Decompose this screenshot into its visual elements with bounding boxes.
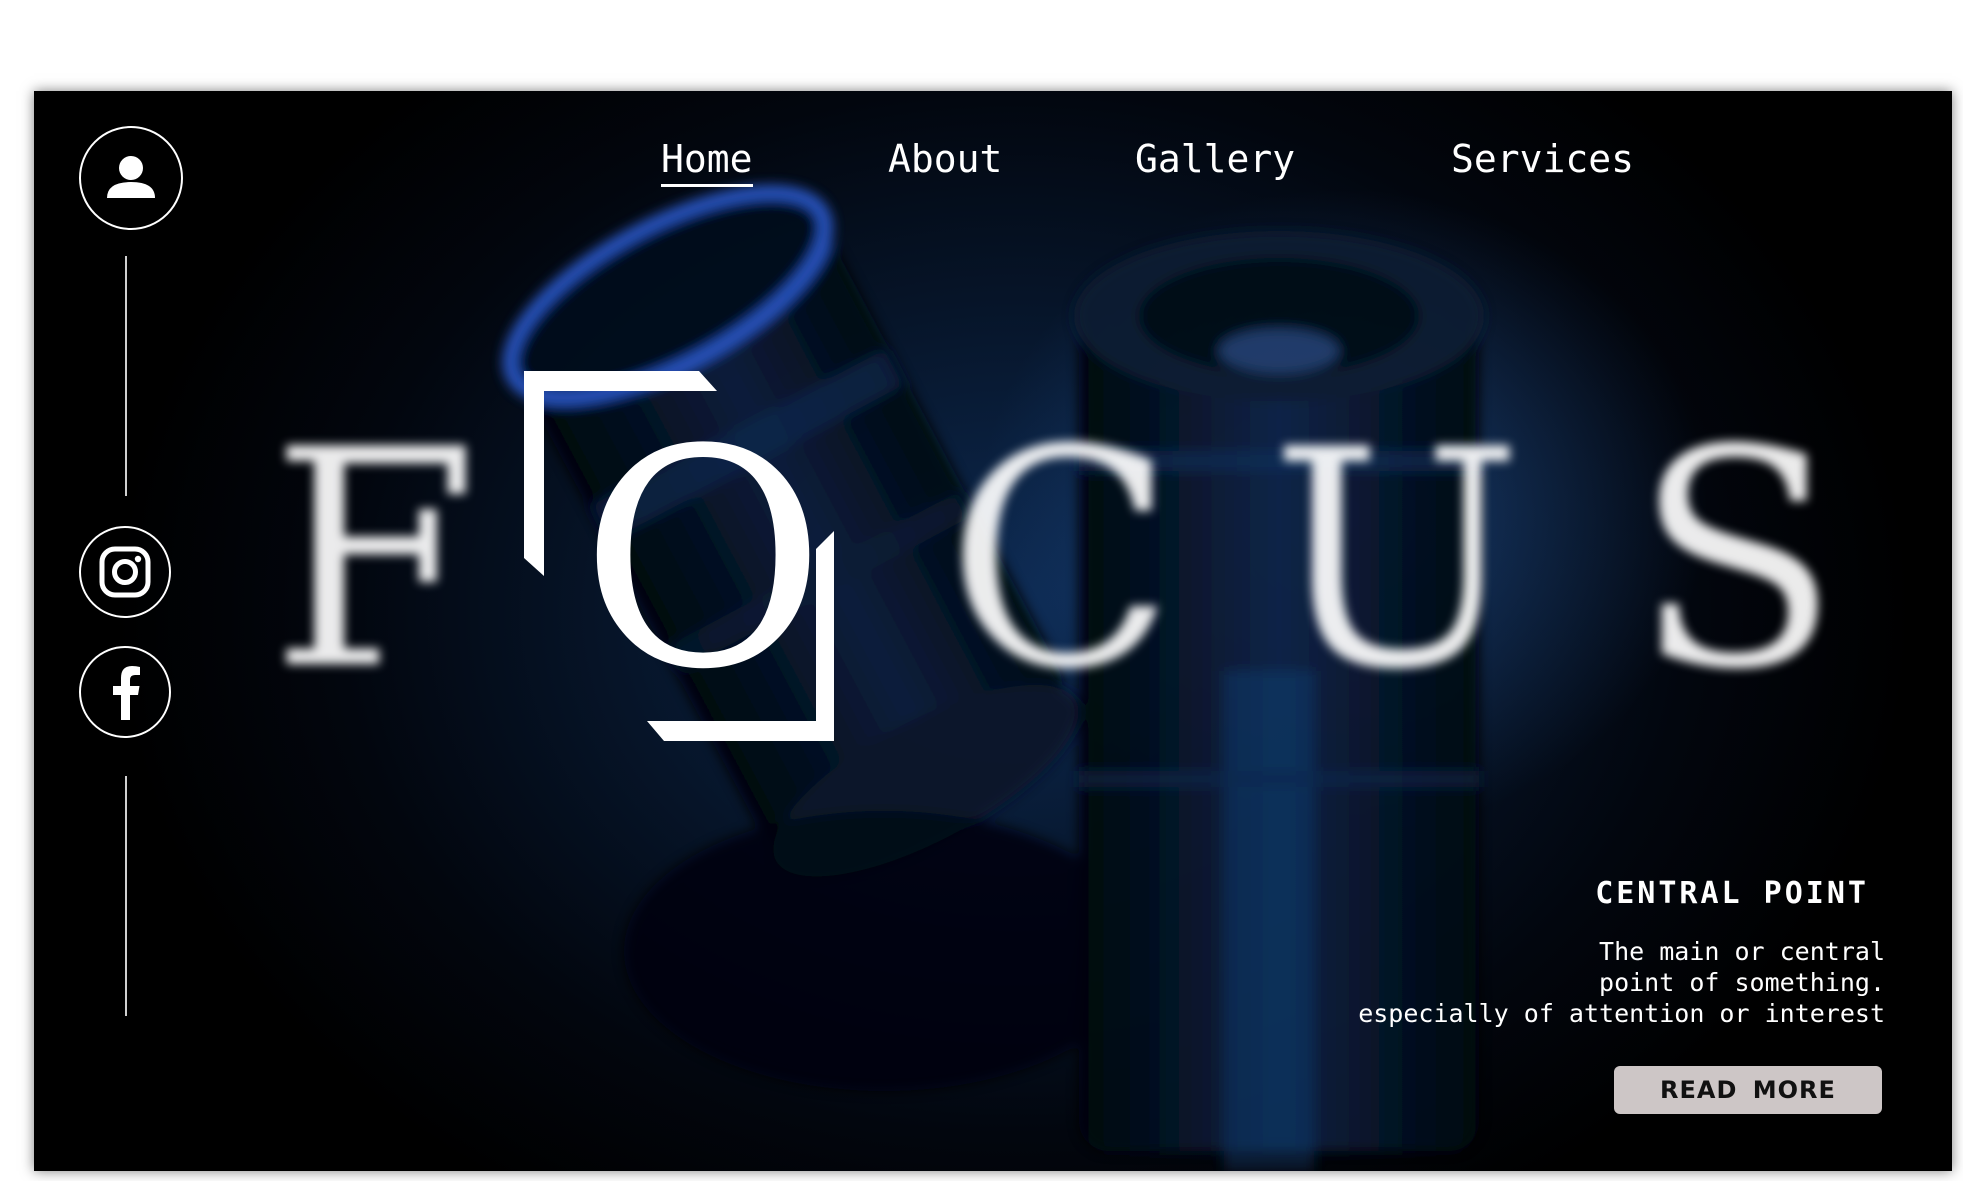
focus-frame-brackets <box>524 371 834 741</box>
instagram-glyph <box>99 546 151 598</box>
facebook-icon[interactable] <box>79 646 171 738</box>
focus-letter-f: F <box>270 386 479 735</box>
central-point-description: The main or central point of something. … <box>1358 936 1885 1029</box>
sidebar-divider-bottom <box>125 776 127 1016</box>
description-line: point of something. <box>1599 968 1885 997</box>
central-point-heading: CENTRAL POINT <box>1595 876 1869 911</box>
focus-letter-c: C <box>946 386 1176 735</box>
nav-services-link[interactable]: Services <box>1451 129 1634 189</box>
description-line: especially of attention or interest <box>1358 999 1885 1028</box>
main-nav: Home About Gallery Services <box>34 129 1952 189</box>
nav-gallery-link[interactable]: Gallery <box>1135 129 1295 189</box>
nav-home-link[interactable]: Home <box>661 129 753 189</box>
focus-letter-s: S <box>1634 386 1840 735</box>
user-glyph <box>107 156 155 198</box>
description-line: The main or central <box>1599 937 1885 966</box>
instagram-icon[interactable] <box>79 526 171 618</box>
nav-about-link[interactable]: About <box>888 129 1002 189</box>
facebook-glyph <box>113 666 140 720</box>
sidebar-divider-top <box>125 256 127 496</box>
user-icon[interactable] <box>79 126 183 230</box>
hero-banner: Home About Gallery Services F O C U S CE… <box>34 91 1952 1171</box>
read-more-button[interactable]: READ MORE <box>1614 1066 1882 1114</box>
focus-letter-u: U <box>1270 386 1523 735</box>
